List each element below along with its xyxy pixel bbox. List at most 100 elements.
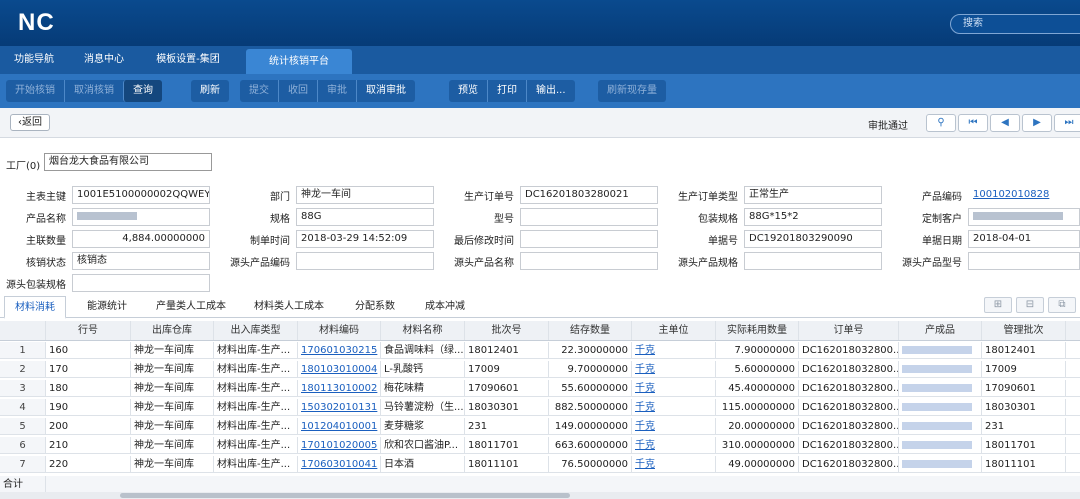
redacted-value: [902, 422, 972, 430]
header-col[interactable]: 材料编码: [298, 321, 381, 340]
table-cell[interactable]: 180113010002: [298, 380, 381, 396]
last-page-icon[interactable]: ⏭: [1054, 114, 1080, 132]
table-cell[interactable]: 180103010004: [298, 361, 381, 377]
header-col[interactable]: 出入库类型: [214, 321, 298, 340]
copy-row-icon[interactable]: ⧉: [1048, 297, 1076, 313]
main-key-field[interactable]: 1001E5100000002QQWEY: [72, 186, 210, 204]
main-qty-field[interactable]: 4,884.00000000: [72, 230, 210, 248]
src-name-field[interactable]: [520, 252, 658, 270]
doc-date-field[interactable]: 2018-04-01: [968, 230, 1080, 248]
table-cell[interactable]: 千克: [632, 361, 716, 377]
order-type-field[interactable]: 正常生产: [744, 186, 882, 204]
delete-row-icon[interactable]: ⊟: [1016, 297, 1044, 313]
back-button[interactable]: ‹返回: [10, 114, 50, 131]
tab-function-nav[interactable]: 功能导航: [0, 46, 68, 74]
cancel-verify-button[interactable]: 取消核销: [64, 80, 123, 102]
header-col[interactable]: 实际耗用数量: [716, 321, 799, 340]
header-col[interactable]: 产成品: [899, 321, 982, 340]
header-col[interactable]: 出库仓库: [131, 321, 214, 340]
approve-button[interactable]: 审批: [317, 80, 356, 102]
table-row[interactable]: 3 180 神龙一车间库 材料出库-生产... 180113010002 梅花味精 1709…: [0, 380, 1080, 397]
table-cell[interactable]: 170603010041: [298, 456, 381, 472]
product-name-field[interactable]: [72, 208, 210, 226]
header-col[interactable]: 主单位: [632, 321, 716, 340]
search-input[interactable]: 搜索: [950, 14, 1080, 34]
table-cell[interactable]: 千克: [632, 418, 716, 434]
table-cell: DC162018032800...: [799, 380, 899, 396]
table-row[interactable]: 5 200 神龙一车间库 材料出库-生产... 101204010001 麦芽糖浆 231 1…: [0, 418, 1080, 435]
order-no-field[interactable]: DC16201803280021: [520, 186, 658, 204]
table-cell: 神龙一车间库: [131, 456, 214, 472]
header-col[interactable]: 结存数量: [549, 321, 632, 340]
cancel-approve-button[interactable]: 取消审批: [356, 80, 415, 102]
next-page-icon[interactable]: ▶: [1022, 114, 1052, 132]
first-page-icon[interactable]: ⏮: [958, 114, 988, 132]
refresh-stock-button[interactable]: 刷新现存量: [598, 80, 666, 102]
table-cell[interactable]: 150302010131: [298, 399, 381, 415]
print-button[interactable]: 打印: [487, 80, 526, 102]
start-verify-button[interactable]: 开始核销: [6, 80, 64, 102]
table-row[interactable]: 1 160 神龙一车间库 材料出库-生产... 170601030215 食品调味料（绿.…: [0, 342, 1080, 359]
tab-template-settings[interactable]: 模板设置-集团: [140, 46, 236, 74]
table-cell: 160: [46, 342, 131, 358]
verify-status-field[interactable]: 核销态: [72, 252, 210, 270]
header-col[interactable]: 批次号: [465, 321, 549, 340]
factory-field[interactable]: 烟台龙大食品有限公司: [44, 153, 212, 171]
dept-field[interactable]: 神龙一车间: [296, 186, 434, 204]
make-time-field[interactable]: 2018-03-29 14:52:09: [296, 230, 434, 248]
header-col[interactable]: 管理批次: [982, 321, 1066, 340]
header-col[interactable]: 订单号: [799, 321, 899, 340]
src-code-field[interactable]: [296, 252, 434, 270]
product-name-label: 产品名称: [26, 214, 66, 225]
toolbar-group-print: 预览 打印 输出...: [449, 80, 575, 102]
query-button[interactable]: 查询: [123, 80, 162, 102]
table-row[interactable]: 4 190 神龙一车间库 材料出库-生产... 150302010131 马铃薯淀粉（生.…: [0, 399, 1080, 416]
header-col[interactable]: 行号: [46, 321, 131, 340]
model-field[interactable]: [520, 208, 658, 226]
add-row-icon[interactable]: ⊞: [984, 297, 1012, 313]
table-cell[interactable]: 170101020005: [298, 437, 381, 453]
preview-button[interactable]: 预览: [449, 80, 487, 102]
src-pack-field[interactable]: [72, 274, 210, 292]
tab-energy-stats[interactable]: 能源统计: [72, 296, 142, 318]
pack-spec-field[interactable]: 88G*15*2: [744, 208, 882, 226]
custom-client-field[interactable]: [968, 208, 1080, 226]
table-cell[interactable]: 千克: [632, 437, 716, 453]
table-cell[interactable]: 千克: [632, 342, 716, 358]
previous-page-icon[interactable]: ◀: [990, 114, 1020, 132]
horizontal-scrollbar[interactable]: [0, 492, 1080, 499]
modify-time-field[interactable]: [520, 230, 658, 248]
tab-stat-verify-platform[interactable]: 统计核销平台: [246, 49, 352, 74]
table-cell[interactable]: 千克: [632, 456, 716, 472]
tab-output-labor-cost[interactable]: 产量类人工成本: [146, 296, 236, 318]
attachment-icon[interactable]: ⚲: [926, 114, 956, 132]
table-row[interactable]: 2 170 神龙一车间库 材料出库-生产... 180103010004 L-乳酸钙 170…: [0, 361, 1080, 378]
src-model-field[interactable]: [968, 252, 1080, 270]
redacted-value: [973, 212, 1063, 220]
src-spec-field[interactable]: [744, 252, 882, 270]
tab-allocation-factor[interactable]: 分配系数: [340, 296, 410, 318]
scroll-thumb[interactable]: [120, 493, 570, 498]
spec-field[interactable]: 88G: [296, 208, 434, 226]
table-cell[interactable]: 千克: [632, 380, 716, 396]
tab-material-labor-cost[interactable]: 材料类人工成本: [244, 296, 334, 318]
recall-button[interactable]: 收回: [278, 80, 317, 102]
table-cell[interactable]: 千克: [632, 399, 716, 415]
output-button[interactable]: 输出...: [526, 80, 575, 102]
table-cell[interactable]: 170601030215: [298, 342, 381, 358]
table-row[interactable]: 6 210 神龙一车间库 材料出库-生产... 170101020005 欣和农口酱油P.…: [0, 437, 1080, 454]
tab-cost-offset[interactable]: 成本冲减: [414, 296, 476, 318]
header-col[interactable]: 材料名称: [381, 321, 465, 340]
table-row[interactable]: 7 220 神龙一车间库 材料出库-生产... 170603010041 日本酒 18011…: [0, 456, 1080, 473]
product-code-link[interactable]: 100102010828: [968, 186, 1080, 204]
submit-button[interactable]: 提交: [240, 80, 278, 102]
table-cell: 材料出库-生产...: [214, 437, 298, 453]
table-cell[interactable]: 101204010001: [298, 418, 381, 434]
tab-material-consumption[interactable]: 材料消耗: [4, 296, 66, 319]
table-cell: 17009: [982, 361, 1066, 377]
tab-message-center[interactable]: 消息中心: [70, 46, 138, 74]
finished-product-cell: [899, 361, 982, 377]
toolbar-group-approve: 提交 收回 审批 取消审批: [240, 80, 415, 102]
refresh-button[interactable]: 刷新: [191, 80, 229, 102]
doc-no-field[interactable]: DC19201803290090: [744, 230, 882, 248]
